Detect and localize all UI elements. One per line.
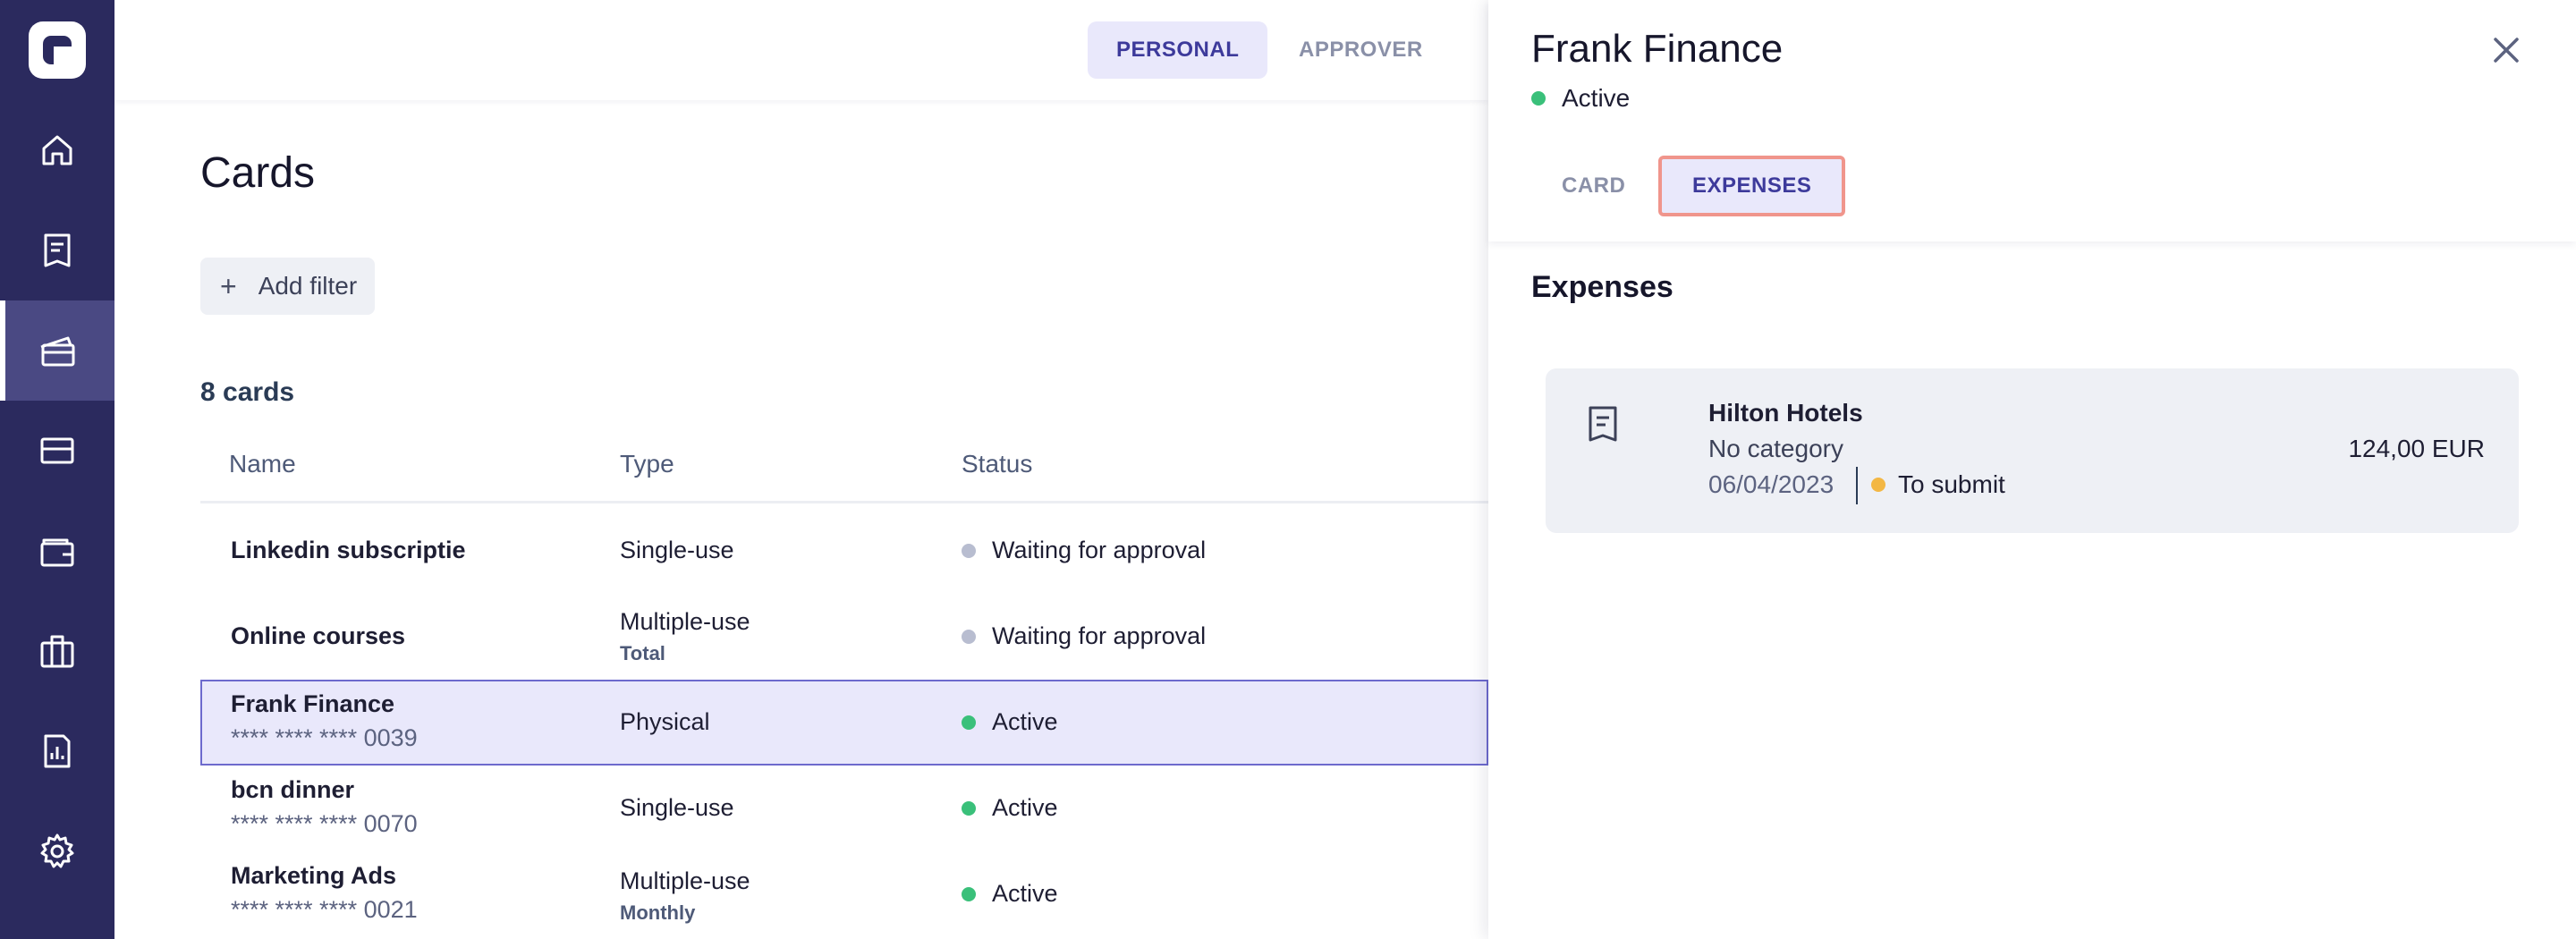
status-label: Waiting for approval [992, 537, 1207, 563]
card-detail-panel: Frank Finance Active CARD EXPENSES Expen… [1488, 0, 2576, 939]
panel-status: Active [1531, 84, 1630, 113]
cards-count: 8 cards [200, 377, 295, 407]
gear-icon [40, 833, 74, 868]
expense-category: No category [1708, 435, 1843, 462]
nav-settings[interactable] [0, 801, 114, 901]
card-type-limit: Monthly [620, 901, 696, 924]
nav-card[interactable] [0, 401, 114, 501]
card-name: bcn dinner [231, 776, 355, 803]
status-dot [1531, 91, 1546, 106]
briefcase-icon [40, 635, 74, 668]
tab-expenses[interactable]: EXPENSES [1658, 156, 1846, 216]
panel-header: Frank Finance Active CARD EXPENSES [1488, 0, 2576, 241]
nav-home[interactable] [0, 100, 114, 200]
status-dot [962, 629, 976, 644]
home-icon [42, 135, 72, 165]
card-type-limit: Total [620, 642, 665, 664]
card-status: Active [962, 708, 1058, 736]
card-type: Multiple-use [620, 867, 750, 894]
panel-status-label: Active [1562, 84, 1631, 112]
card-type: Physical [620, 708, 710, 735]
app-logo[interactable] [29, 21, 86, 79]
nav-wallet[interactable] [0, 501, 114, 601]
card-status: Active [962, 794, 1058, 822]
expense-status-label: To submit [1898, 470, 2005, 498]
expense-status: To submit [1871, 470, 2005, 499]
card-number: **** **** **** 0039 [231, 724, 418, 751]
card-name: Marketing Ads [231, 862, 397, 889]
logo-icon [43, 36, 72, 64]
section-title: Expenses [1531, 270, 1674, 304]
tab-personal[interactable]: PERSONAL [1088, 21, 1268, 79]
card-number: **** **** **** 0021 [231, 896, 418, 923]
top-bar: PERSONAL APPROVER F [114, 0, 1582, 100]
nav-expenses[interactable] [0, 200, 114, 300]
add-filter-button[interactable]: + Add filter [200, 258, 375, 315]
card-icon [40, 437, 74, 464]
add-filter-label: Add filter [258, 272, 358, 300]
card-name: Frank Finance [231, 690, 395, 717]
status-dot [962, 886, 976, 901]
expense-item[interactable]: Hilton Hotels No category 06/04/2023 To … [1546, 368, 2519, 533]
card-type: Single-use [620, 794, 734, 821]
page-title: Cards [200, 149, 316, 197]
panel-title: Frank Finance [1531, 27, 1784, 71]
table-row[interactable]: bcn dinner **** **** **** 0070 Single-us… [200, 766, 1488, 851]
sidebar [0, 0, 114, 939]
status-label: Active [992, 794, 1058, 821]
receipt-icon [1589, 406, 1617, 442]
status-label: Active [992, 880, 1058, 907]
card-type: Multiple-use [620, 608, 750, 635]
cards-icon [40, 336, 75, 367]
plus-icon: + [220, 269, 237, 302]
divider [1856, 467, 1858, 504]
header-divider [200, 501, 1488, 503]
status-dot [962, 800, 976, 816]
nav-reports[interactable] [0, 701, 114, 801]
table-row-selected[interactable]: Frank Finance **** **** **** 0039 Physic… [200, 680, 1488, 766]
table-row[interactable]: Linkedin subscriptie Single-use Waiting … [200, 508, 1488, 594]
nav-trips[interactable] [0, 601, 114, 701]
column-header-status[interactable]: Status [962, 450, 1032, 478]
status-label: Waiting for approval [992, 622, 1207, 649]
expense-amount: 124,00 EUR [2348, 435, 2485, 462]
column-header-type[interactable]: Type [620, 450, 674, 478]
wallet-icon [40, 538, 74, 567]
status-dot [962, 543, 976, 558]
card-status: Active [962, 880, 1058, 908]
card-name: Online courses [231, 622, 406, 649]
card-type: Single-use [620, 537, 734, 563]
expense-merchant: Hilton Hotels [1708, 399, 1863, 427]
nav-cards[interactable] [0, 300, 114, 401]
report-icon [44, 734, 71, 768]
close-icon[interactable] [2488, 32, 2524, 68]
card-status: Waiting for approval [962, 537, 1206, 564]
table-row[interactable]: Online courses Multiple-use Total Waitin… [200, 594, 1488, 680]
expense-date: 06/04/2023 [1708, 470, 1835, 498]
table-row[interactable]: Marketing Ads **** **** **** 0021 Multip… [200, 851, 1488, 937]
status-label: Active [992, 708, 1058, 735]
tab-card[interactable]: CARD [1531, 156, 1656, 216]
card-name: Linkedin subscriptie [231, 537, 466, 563]
status-dot [1871, 478, 1885, 492]
card-status: Waiting for approval [962, 622, 1206, 650]
column-header-name[interactable]: Name [229, 450, 296, 478]
status-dot [962, 715, 976, 730]
receipt-icon [44, 233, 71, 267]
tab-approver[interactable]: APPROVER [1270, 21, 1452, 79]
card-number: **** **** **** 0070 [231, 810, 418, 837]
